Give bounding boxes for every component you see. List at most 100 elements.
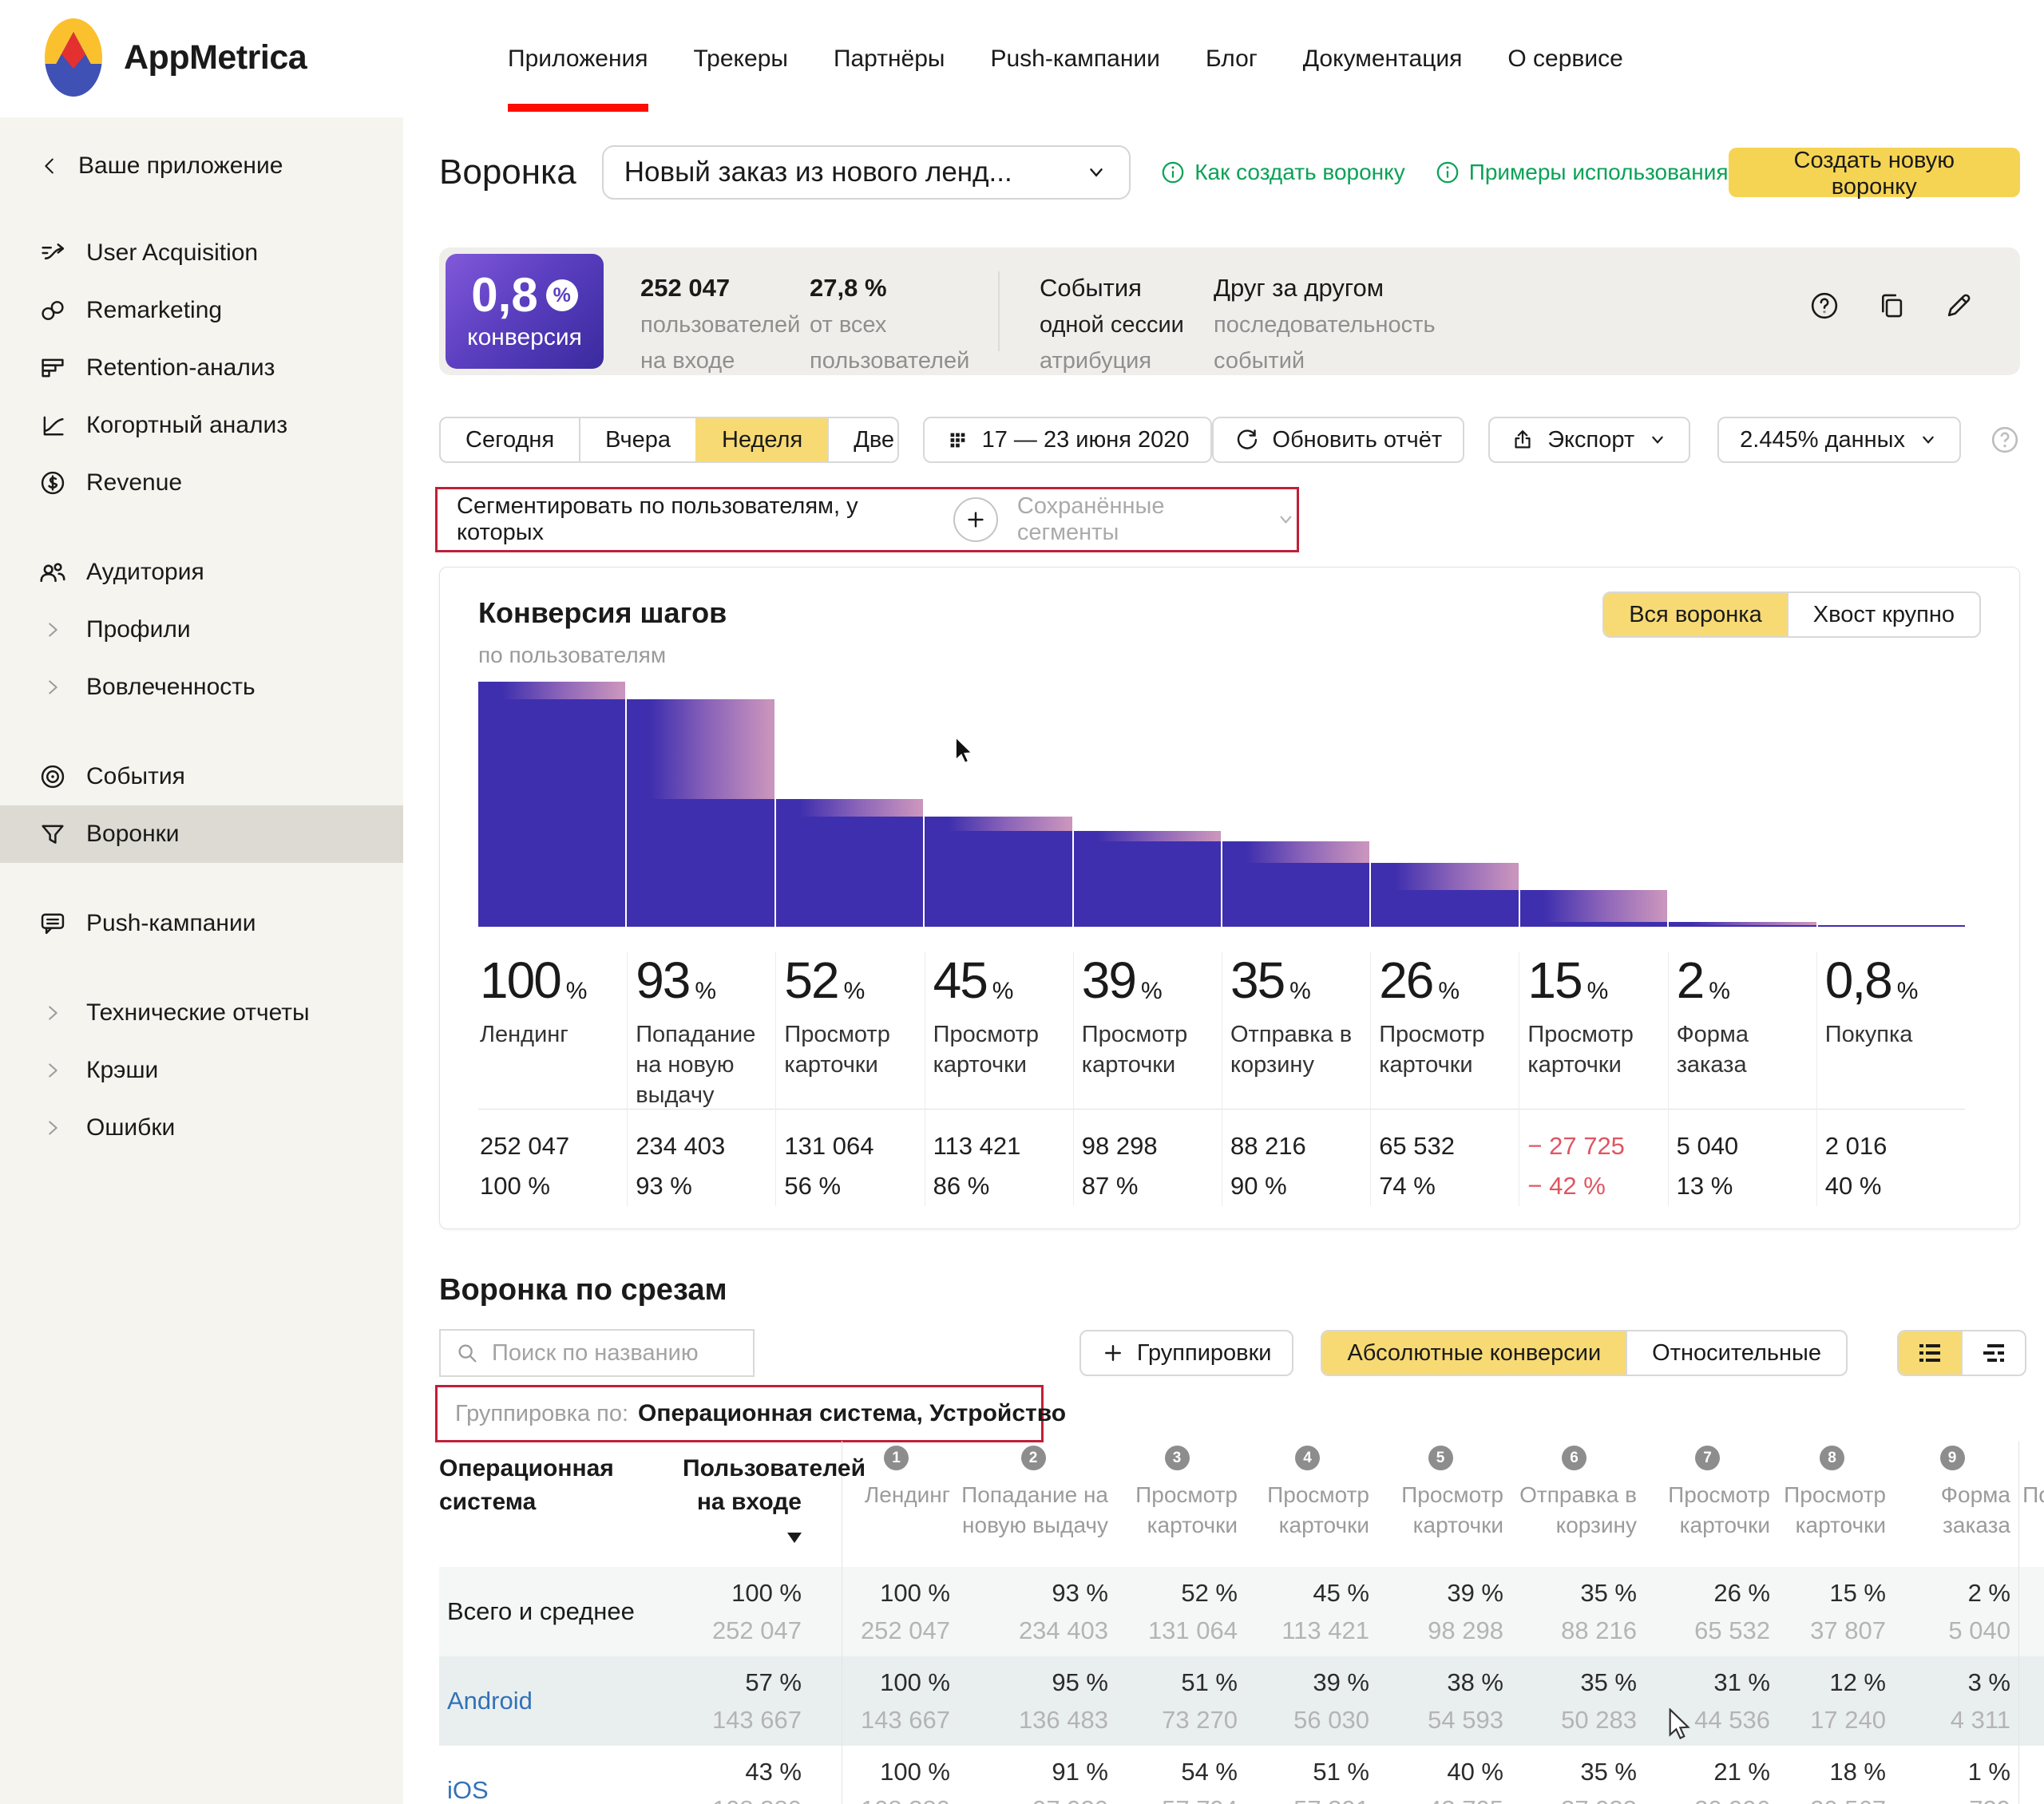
- nav-item-3[interactable]: Партнёры: [834, 0, 945, 117]
- help-icon[interactable]: [1809, 291, 1840, 321]
- sampling-dropdown[interactable]: 2.445% данных: [1717, 417, 1961, 463]
- view-вся-воронка[interactable]: Вся воронка: [1604, 593, 1787, 636]
- step-cell-8: 15 % 37 807: [1778, 1567, 1894, 1656]
- copy-icon[interactable]: [1876, 291, 1907, 321]
- export-button[interactable]: Экспорт: [1488, 417, 1691, 463]
- sidebar-item-профили[interactable]: Профили: [0, 601, 403, 659]
- cell-percent: 38 %: [1447, 1668, 1503, 1696]
- mode-относительные[interactable]: Относительные: [1626, 1331, 1846, 1375]
- nav-item-5[interactable]: Блог: [1206, 0, 1258, 117]
- step-percent-value: 2: [1676, 951, 1705, 1009]
- sidebar-item-ошибки[interactable]: Ошибки: [0, 1099, 403, 1157]
- cell-percent: 21 %: [1713, 1757, 1770, 1786]
- funnel-bar-step-2[interactable]: [627, 682, 774, 927]
- sidebar-item-push-кампании[interactable]: Push-кампании: [0, 895, 403, 952]
- users-on-entry-cell: 57 % 143 667: [683, 1656, 842, 1746]
- mode-абсолютные-конверсии[interactable]: Абсолютные конверсии: [1322, 1331, 1626, 1375]
- cell-percent: 100 %: [880, 1578, 950, 1607]
- saved-segments-dropdown[interactable]: Сохранённые сегменты: [1017, 493, 1297, 546]
- percent-sign: %: [1438, 978, 1460, 1004]
- cell-count: 143 667: [860, 1705, 950, 1734]
- nav-item-7[interactable]: О сервисе: [1507, 0, 1622, 117]
- step-users-value: 5 040: [1676, 1132, 1739, 1160]
- step-column-header-9[interactable]: 9 Форма заказа: [1894, 1441, 2019, 1567]
- funnel-step-column-7: 26% Просмотр карточки 65 532 74 %: [1370, 952, 1519, 1206]
- funnel-bar-step-1[interactable]: [478, 682, 626, 927]
- sidebar-item-воронки[interactable]: Воронки: [0, 805, 403, 863]
- os-link[interactable]: Android: [447, 1687, 533, 1715]
- step-column-label: Форма заказа: [1940, 1482, 2010, 1537]
- sidebar-item-вовлеченность[interactable]: Вовлеченность: [0, 659, 403, 716]
- funnel-bar-step-7[interactable]: [1371, 682, 1519, 927]
- refresh-report-button[interactable]: Обновить отчёт: [1211, 417, 1465, 463]
- funnel-bar-step-4[interactable]: [925, 682, 1072, 927]
- grouping-box[interactable]: Группировка по: Операционная система, Ус…: [435, 1385, 1066, 1442]
- funnel-bar-step-3[interactable]: [775, 682, 924, 927]
- how-to-create-funnel-link[interactable]: Как создать воронку: [1161, 160, 1405, 185]
- sampling-help-icon[interactable]: [1990, 425, 2020, 455]
- funnel-bar-step-8[interactable]: [1519, 682, 1668, 927]
- step-column-header-5[interactable]: 5 Просмотр карточки: [1377, 1441, 1511, 1567]
- nav-item-4[interactable]: Push-кампании: [990, 0, 1159, 117]
- view-хвост-крупно[interactable]: Хвост крупно: [1786, 593, 1979, 636]
- nav-item-1[interactable]: Приложения: [508, 0, 648, 117]
- table-row-всего-и-среднее[interactable]: Всего и среднее 100 % 252 047 100 % 252 047 9…: [439, 1567, 2044, 1656]
- nav-item-6[interactable]: Документация: [1303, 0, 1463, 117]
- sidebar-item-label: События: [86, 763, 185, 789]
- cell-count: 50 283: [1561, 1705, 1637, 1734]
- sidebar-item-user-acquisition[interactable]: User Acquisition: [0, 224, 403, 282]
- step-column-header-10[interactable]: 10Покупка: [2019, 1441, 2044, 1567]
- users-column-header[interactable]: Пользователей на входе: [683, 1441, 866, 1567]
- step-column-label: Просмотр карточки: [1135, 1482, 1238, 1537]
- create-funnel-button[interactable]: Создать новую воронку: [1728, 148, 2020, 200]
- funnel-bar-step-6[interactable]: [1222, 682, 1370, 927]
- sidebar-item-remarketing[interactable]: Remarketing: [0, 282, 403, 339]
- sidebar-item-крэши[interactable]: Крэши: [0, 1042, 403, 1099]
- cell-percent: 91 %: [1052, 1757, 1108, 1786]
- funnel-select[interactable]: Новый заказ из нового ленд...: [601, 145, 1131, 200]
- step-column-header-3[interactable]: 3 Просмотр карточки: [1116, 1441, 1246, 1567]
- cell-count: 234 403: [1018, 1616, 1108, 1644]
- cell-percent: 26 %: [1713, 1578, 1770, 1607]
- period-неделя[interactable]: Неделя: [695, 418, 828, 461]
- nav-item-2[interactable]: Трекеры: [694, 0, 788, 117]
- sidebar-item-технические-отчеты[interactable]: Технические отчеты: [0, 984, 403, 1042]
- sidebar-item-revenue[interactable]: Revenue: [0, 454, 403, 512]
- table-row-ios[interactable]: iOS 43 % 108 380 100 % 108 380 91 % 97 920 54 %…: [439, 1746, 2044, 1804]
- step-column-header-4[interactable]: 4 Просмотр карточки: [1246, 1441, 1377, 1567]
- edit-icon[interactable]: [1943, 291, 1974, 321]
- add-segment-button[interactable]: [953, 497, 998, 542]
- period-две-недели[interactable]: Две недели: [827, 418, 897, 461]
- appmetrica-logo[interactable]: AppMetrica: [44, 18, 307, 97]
- step-column-header-7[interactable]: 7 Просмотр карточки: [1645, 1441, 1778, 1567]
- period-сегодня[interactable]: Сегодня: [441, 418, 579, 461]
- os-column-header[interactable]: Операционная система: [439, 1441, 683, 1567]
- sidebar-item-когортный-анализ[interactable]: Когортный анализ: [0, 397, 403, 454]
- step-column-header-8[interactable]: 8 Просмотр карточки: [1778, 1441, 1894, 1567]
- tree-view-button[interactable]: [1961, 1331, 2025, 1375]
- sidebar-item-retention-анализ[interactable]: Retention-анализ: [0, 339, 403, 397]
- list-view-button[interactable]: [1899, 1331, 1961, 1375]
- add-grouping-button[interactable]: Группировки: [1079, 1330, 1294, 1376]
- step-percent: 93%: [636, 952, 775, 1019]
- funnel-bar-step-10[interactable]: [1817, 682, 1966, 927]
- sidebar-back-button[interactable]: Ваше приложение: [0, 117, 403, 180]
- usage-examples-link[interactable]: Примеры использования: [1436, 160, 1729, 185]
- period-вчера[interactable]: Вчера: [579, 418, 695, 461]
- step-values: 2 016 40 %: [1816, 1109, 1965, 1206]
- funnel-bar-step-5[interactable]: [1073, 682, 1222, 927]
- step-cell-10: [2019, 1746, 2044, 1804]
- date-range-button[interactable]: 17 — 23 июня 2020: [922, 417, 1212, 463]
- sidebar-item-аудитория[interactable]: Аудитория: [0, 544, 403, 601]
- funnel-bar-step-9[interactable]: [1669, 682, 1816, 927]
- info-icon: [1436, 161, 1459, 184]
- step-column-header-6[interactable]: 6 Отправка в корзину: [1511, 1441, 1645, 1567]
- table-row-android[interactable]: Android 57 % 143 667 100 % 143 667 95 % 136 48…: [439, 1656, 2044, 1746]
- sidebar-item-события[interactable]: События: [0, 748, 403, 805]
- chevron-down-icon: [1280, 516, 1292, 524]
- date-range-value: 17 — 23 июня 2020: [981, 426, 1190, 453]
- search-input[interactable]: [492, 1339, 739, 1367]
- os-link[interactable]: iOS: [447, 1776, 489, 1804]
- step-column-header-1[interactable]: 1 Лендинг: [842, 1441, 958, 1567]
- step-column-header-2[interactable]: 2 Попадание на новую выдачу: [958, 1441, 1116, 1567]
